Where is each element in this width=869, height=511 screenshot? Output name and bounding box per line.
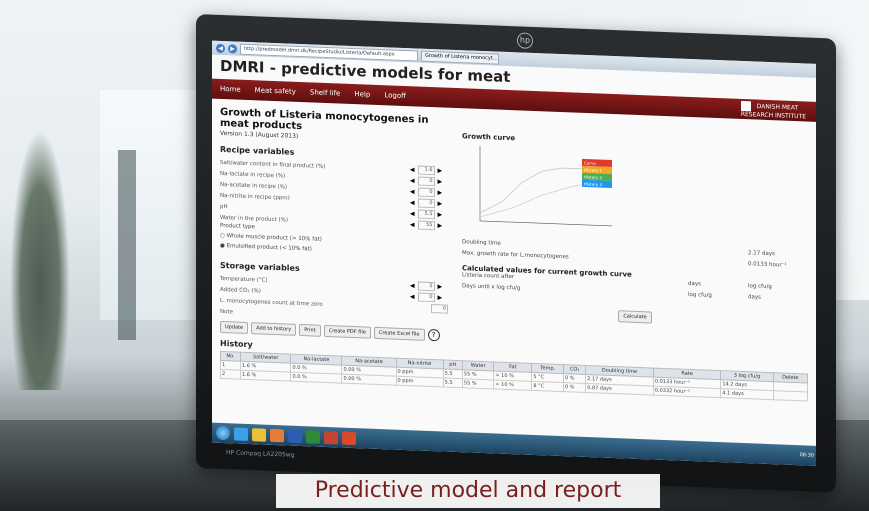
taskbar-clock: 08:30 bbox=[799, 452, 814, 459]
legend-label: History 3 bbox=[584, 181, 602, 187]
media-icon[interactable] bbox=[270, 428, 284, 442]
stepper-value[interactable]: 5 bbox=[417, 281, 435, 292]
increase-icon[interactable]: ▶ bbox=[438, 211, 443, 218]
table-cell: 0.87 days bbox=[585, 383, 654, 396]
folder-icon[interactable] bbox=[252, 427, 266, 442]
add-to-history-button[interactable]: Add to history bbox=[251, 322, 297, 336]
table-cell: 55 % bbox=[462, 378, 494, 389]
calculate-button[interactable]: Calculate bbox=[618, 310, 652, 324]
main-content: Growth of Listeria monocytogenes in meat… bbox=[212, 99, 816, 360]
calc-result: days bbox=[748, 294, 761, 301]
growth-curve-line bbox=[479, 167, 582, 214]
back-icon[interactable]: ◀ bbox=[216, 43, 225, 53]
table-cell: 0.0332 hour⁻¹ bbox=[653, 386, 721, 398]
monitor: hp HP Compaq LA2205wg ◀ ▶ http://predmod… bbox=[196, 14, 836, 493]
increase-icon[interactable]: ▶ bbox=[438, 283, 443, 290]
decrease-icon[interactable]: ◀ bbox=[410, 282, 415, 289]
powerpoint-icon[interactable] bbox=[324, 430, 338, 444]
value-stepper[interactable]: ◀ 55 ▶ bbox=[404, 220, 448, 231]
photo-scene: hp HP Compaq LA2205wg ◀ ▶ http://predmod… bbox=[0, 0, 869, 511]
stepper-value[interactable]: 1.6 bbox=[417, 165, 435, 176]
windows-taskbar: 08:30 bbox=[212, 422, 816, 466]
decrease-icon[interactable]: ◀ bbox=[410, 210, 415, 217]
stepper-value[interactable]: 5.5 bbox=[417, 209, 435, 220]
menu-meat-safety[interactable]: Meat safety bbox=[255, 86, 296, 96]
table-cell: 0.00 % bbox=[341, 374, 397, 386]
start-button-icon[interactable] bbox=[216, 425, 230, 441]
monitor-model-label: HP Compaq LA2205wg bbox=[226, 449, 295, 459]
word-icon[interactable] bbox=[288, 429, 302, 443]
monitor-screen: ◀ ▶ http://predmodel.dmri.dk/RecipeStudi… bbox=[212, 40, 816, 466]
decrease-icon[interactable]: ◀ bbox=[410, 293, 415, 300]
forward-icon[interactable]: ▶ bbox=[228, 43, 237, 54]
menu-shelf-life[interactable]: Shelf life bbox=[310, 88, 340, 97]
stepper-value[interactable]: 0 bbox=[417, 292, 435, 303]
table-cell: 0 ppm bbox=[396, 376, 444, 387]
ie-icon[interactable] bbox=[234, 426, 248, 441]
decrease-icon[interactable]: ◀ bbox=[410, 199, 415, 206]
table-cell: 0 % bbox=[563, 382, 586, 393]
brand-logo-icon bbox=[740, 100, 751, 111]
browser-tab[interactable]: Growth of Listeria monocyt... bbox=[421, 50, 499, 65]
photo-caption: Predictive model and report bbox=[276, 474, 660, 508]
decrease-icon[interactable]: ◀ bbox=[410, 177, 415, 184]
table-cell: 1.6 % bbox=[240, 370, 291, 382]
excel-icon[interactable] bbox=[306, 429, 320, 444]
growth-rate-value: 0.0133 hour⁻¹ bbox=[748, 261, 787, 269]
acrobat-icon[interactable] bbox=[342, 431, 356, 445]
growth-curve-chart: Curve History 1 History 2 History 3 bbox=[479, 145, 612, 227]
help-icon[interactable]: ? bbox=[427, 328, 440, 342]
table-cell: > 10 % bbox=[493, 379, 532, 391]
stepper-value[interactable]: 55 bbox=[417, 220, 435, 231]
increase-icon[interactable]: ▶ bbox=[438, 200, 443, 207]
count-input[interactable]: 0 bbox=[431, 304, 448, 314]
decrease-icon[interactable]: ◀ bbox=[410, 188, 415, 195]
value-stepper[interactable]: ◀ 5 ▶ bbox=[404, 281, 448, 292]
value-stepper[interactable]: ◀ 1.6 ▶ bbox=[404, 165, 448, 176]
value-stepper[interactable]: ◀ 0 ▶ bbox=[404, 292, 448, 303]
print-button[interactable]: Print bbox=[299, 323, 321, 337]
update-button[interactable]: Update bbox=[220, 320, 249, 335]
increase-icon[interactable]: ▶ bbox=[438, 167, 443, 174]
increase-icon[interactable]: ▶ bbox=[438, 189, 443, 196]
legend-label: Curve bbox=[584, 160, 596, 165]
stepper-value[interactable]: 0 bbox=[417, 198, 435, 209]
decrease-icon[interactable]: ◀ bbox=[410, 166, 415, 173]
results-column: Growth curve Curve History 1 History 2 H… bbox=[462, 112, 808, 355]
window-frame bbox=[118, 150, 136, 340]
menu-help[interactable]: Help bbox=[354, 90, 370, 99]
increase-icon[interactable]: ▶ bbox=[438, 222, 443, 229]
table-cell: 8 °C bbox=[531, 381, 564, 392]
history-curve-line bbox=[479, 182, 593, 218]
table-cell: 0.0 % bbox=[290, 372, 342, 384]
value-stepper[interactable]: ◀ 5.5 ▶ bbox=[404, 209, 448, 220]
value-stepper[interactable]: ◀ 0 ▶ bbox=[404, 198, 448, 209]
table-cell: 4.1 days bbox=[720, 388, 774, 400]
brand-line1: DANISH MEAT bbox=[756, 102, 799, 112]
menu-home[interactable]: Home bbox=[220, 85, 241, 94]
stepper-value[interactable]: 0 bbox=[417, 176, 435, 187]
delete-cell[interactable] bbox=[773, 390, 808, 401]
table-cell: 2 bbox=[220, 369, 241, 380]
increase-icon[interactable]: ▶ bbox=[438, 178, 443, 185]
create-pdf-button[interactable]: Create PDF file bbox=[323, 324, 371, 339]
hp-logo-icon: hp bbox=[517, 32, 533, 49]
table-cell: 5.5 bbox=[443, 377, 463, 388]
stepper-value[interactable]: 0 bbox=[417, 187, 435, 198]
background-plant bbox=[10, 130, 70, 390]
legend-label: History 2 bbox=[584, 174, 602, 180]
decrease-icon[interactable]: ◀ bbox=[410, 221, 415, 228]
menu-logoff[interactable]: Logoff bbox=[384, 91, 406, 100]
create-excel-button[interactable]: Create Excel file bbox=[373, 326, 425, 341]
brand-logo: DANISH MEAT RESEARCH INSTITUTE bbox=[740, 100, 806, 120]
value-stepper[interactable]: ◀ 0 ▶ bbox=[404, 187, 448, 198]
value-stepper[interactable]: ◀ 0 ▶ bbox=[404, 176, 448, 187]
input-column: Growth of Listeria monocytogenes in meat… bbox=[220, 103, 448, 342]
increase-icon[interactable]: ▶ bbox=[438, 294, 443, 301]
x-axis bbox=[480, 220, 612, 227]
calc-unit: log cfu/g bbox=[688, 291, 712, 299]
legend-label: History 1 bbox=[584, 167, 602, 173]
